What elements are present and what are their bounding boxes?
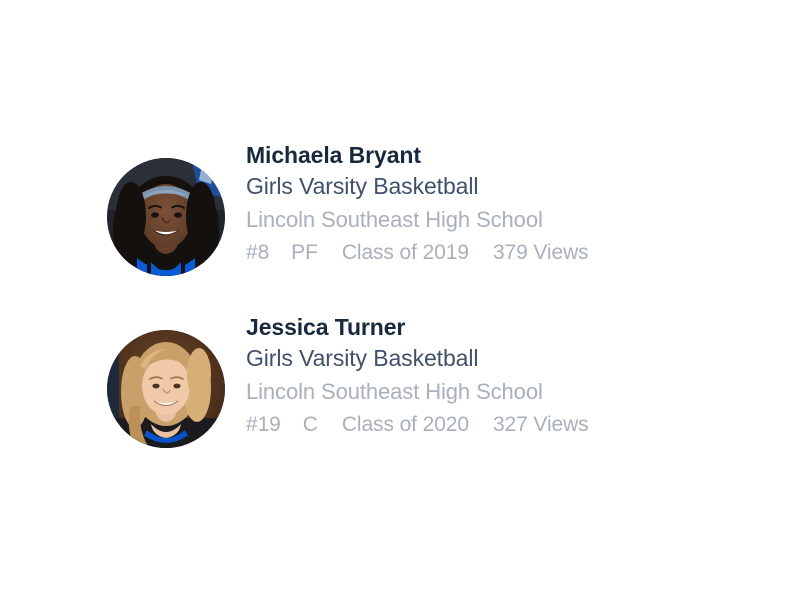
player-school: Lincoln Southeast High School — [246, 207, 543, 232]
player-info: Michaela Bryant Girls Varsity Basketball… — [246, 140, 589, 269]
player-meta: #8 PF Class of 2019 379 Views — [246, 236, 589, 269]
player-class-year: Class of 2020 — [341, 413, 469, 436]
player-views: 379 Views — [492, 241, 589, 264]
player-info: Jessica Turner Girls Varsity Basketball … — [246, 312, 589, 441]
player-meta: #19 C Class of 2020 327 Views — [246, 408, 589, 441]
player-position: C — [302, 413, 318, 436]
player-name[interactable]: Jessica Turner — [246, 312, 589, 342]
player-name[interactable]: Michaela Bryant — [246, 140, 589, 170]
player-views: 327 Views — [492, 413, 589, 436]
avatar[interactable] — [107, 330, 225, 448]
player-team: Girls Varsity Basketball — [246, 345, 479, 371]
player-avatar-jessica-turner-icon — [107, 330, 225, 448]
list-item[interactable]: Jessica Turner Girls Varsity Basketball … — [107, 312, 707, 484]
player-school: Lincoln Southeast High School — [246, 379, 543, 404]
player-roster-list: Michaela Bryant Girls Varsity Basketball… — [107, 140, 707, 484]
jersey-number: #19 — [246, 413, 281, 436]
player-class-year: Class of 2019 — [341, 241, 469, 264]
player-team: Girls Varsity Basketball — [246, 173, 479, 199]
jersey-number: #8 — [246, 241, 270, 264]
list-item[interactable]: Michaela Bryant Girls Varsity Basketball… — [107, 140, 707, 312]
player-avatar-michaela-bryant-icon — [107, 158, 225, 276]
avatar[interactable] — [107, 158, 225, 276]
player-position: PF — [291, 241, 318, 264]
